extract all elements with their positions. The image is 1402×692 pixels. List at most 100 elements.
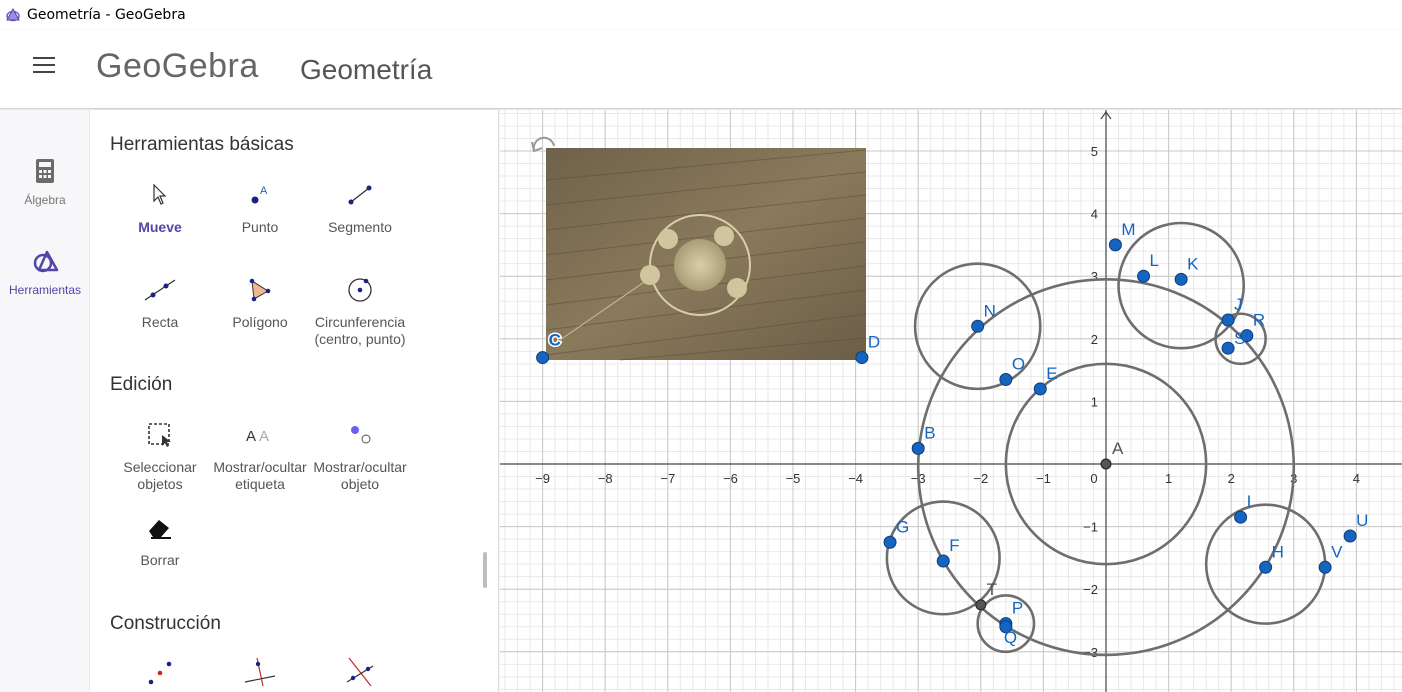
point-j[interactable]: [1221, 313, 1235, 327]
point-e[interactable]: [1033, 382, 1047, 396]
point-label-j: J: [1234, 295, 1243, 314]
point-o[interactable]: [999, 372, 1013, 386]
tool-polygon[interactable]: Polígono: [210, 275, 310, 331]
graphics-canvas[interactable]: −9 −8 −7 −6 −5 −4 −3 −2 −1 0 1 2 3 454321−1−2−3: [500, 110, 1402, 692]
point-m[interactable]: [1108, 238, 1122, 252]
x-tick-label: 1: [1165, 471, 1172, 486]
point-label-d: D: [868, 333, 880, 352]
tool-perpendicular[interactable]: [210, 656, 310, 686]
point-label-n: N: [984, 301, 996, 320]
point-label-b: B: [924, 423, 935, 442]
x-tick-label: −9: [535, 471, 550, 486]
y-tick-label: −1: [1083, 520, 1098, 535]
rail-algebra-button[interactable]: Álgebra: [0, 158, 90, 207]
app-header: GeoGebra Geometría: [0, 30, 1402, 109]
point-s[interactable]: [1221, 341, 1235, 355]
point-a[interactable]: [1100, 458, 1112, 470]
select-icon: [148, 423, 171, 447]
point-h[interactable]: [1259, 560, 1273, 574]
tools-icon: [33, 250, 59, 273]
point-k[interactable]: [1174, 272, 1188, 286]
tool-move-label: Mueve: [138, 219, 182, 235]
tool-select[interactable]: Seleccionar objetos: [110, 420, 210, 493]
point-g[interactable]: [883, 535, 897, 549]
x-tick-label: 2: [1228, 471, 1235, 486]
geogebra-logo: GeoGebra: [96, 47, 259, 85]
point-l[interactable]: [1137, 269, 1151, 283]
x-tick-label: −7: [660, 471, 675, 486]
x-tick-label: −4: [848, 471, 863, 486]
tool-midpoint[interactable]: [110, 656, 210, 686]
tool-label-toggle-label: Mostrar/ocultar etiqueta: [213, 459, 307, 492]
point-label-e: E: [1046, 364, 1057, 383]
tool-polygon-label: Polígono: [232, 314, 288, 330]
point-label-a: A: [1112, 439, 1124, 458]
y-tick-label: 1: [1091, 394, 1098, 409]
section-title-basic: Herramientas básicas: [110, 134, 294, 155]
midpoint-icon: [148, 661, 172, 685]
point-label-s: S: [1234, 329, 1245, 348]
point-label-l: L: [1150, 251, 1159, 270]
label-toggle-icon: A A: [246, 428, 269, 445]
tool-segment-label: Segmento: [328, 219, 392, 235]
tools-scrollbar[interactable]: [483, 552, 487, 588]
tool-point-label: Punto: [241, 219, 279, 235]
tool-move[interactable]: Mueve: [110, 180, 210, 236]
point-label-u: U: [1356, 511, 1368, 530]
eraser-icon: [149, 520, 171, 539]
rail-algebra-label: Álgebra: [24, 193, 66, 207]
point-icon: A: [251, 185, 268, 204]
x-tick-label: −2: [973, 471, 988, 486]
point-f[interactable]: [936, 554, 950, 568]
y-tick-label: 4: [1091, 207, 1098, 222]
point-label-m: M: [1121, 220, 1135, 239]
y-tick-label: 3: [1091, 269, 1098, 284]
point-t[interactable]: [975, 599, 987, 611]
rail-tools-button[interactable]: Herramientas: [0, 248, 90, 297]
crop-circle-image[interactable]: [545, 148, 867, 361]
point-c[interactable]: [536, 351, 550, 365]
point-label-p: P: [1012, 599, 1023, 618]
window-title: Geometría - GeoGebra: [27, 7, 186, 23]
x-tick-label: 4: [1353, 471, 1360, 486]
point-b[interactable]: [911, 441, 925, 455]
point-label-t: T: [987, 580, 997, 599]
tool-bisector[interactable]: [310, 656, 410, 686]
tool-eraser[interactable]: Borrar: [110, 513, 210, 569]
tool-object-toggle[interactable]: Mostrar/ocultar objeto: [310, 420, 410, 493]
point-label-o: O: [1012, 354, 1025, 373]
point-label-i: I: [1247, 492, 1252, 511]
geogebra-app-icon: [6, 7, 20, 22]
tool-segment[interactable]: Segmento: [310, 180, 410, 236]
point-i[interactable]: [1234, 510, 1248, 524]
object-toggle-icon: [351, 426, 371, 444]
y-tick-label: 2: [1091, 332, 1098, 347]
side-rail: Álgebra Herramientas: [0, 110, 90, 692]
graphics-view[interactable]: −9 −8 −7 −6 −5 −4 −3 −2 −1 0 1 2 3 4 5 4 3 2 1 −1 −2 −3: [500, 110, 1402, 692]
point-v[interactable]: [1318, 560, 1332, 574]
y-tick-label: −2: [1083, 582, 1098, 597]
point-label-c: C: [549, 331, 561, 350]
point-label-r: R: [1253, 311, 1265, 330]
hamburger-menu-icon[interactable]: [33, 57, 57, 81]
tool-circle-label: Circunferencia (centro, punto): [314, 314, 406, 347]
point-label-k: K: [1187, 254, 1199, 273]
point-u[interactable]: [1343, 529, 1357, 543]
tool-label-toggle[interactable]: A A Mostrar/ocultar etiqueta: [210, 420, 310, 493]
point-label-v: V: [1331, 542, 1343, 561]
x-tick-label: −8: [598, 471, 613, 486]
tool-circle[interactable]: Circunferencia (centro, punto): [310, 275, 410, 348]
svg-text:A: A: [246, 428, 256, 445]
point-d[interactable]: [855, 351, 869, 365]
point-n[interactable]: [971, 319, 985, 333]
tool-line[interactable]: Recta: [110, 275, 210, 331]
tool-point[interactable]: A Punto: [210, 180, 310, 236]
tool-eraser-label: Borrar: [140, 552, 180, 568]
svg-text:A: A: [260, 185, 268, 197]
circle-icon: [348, 278, 372, 302]
bisector-icon: [346, 657, 374, 686]
segment-icon: [348, 185, 372, 205]
svg-text:A: A: [259, 428, 269, 445]
point-label-g: G: [896, 517, 909, 536]
window-titlebar: Geometría - GeoGebra: [0, 0, 1402, 30]
